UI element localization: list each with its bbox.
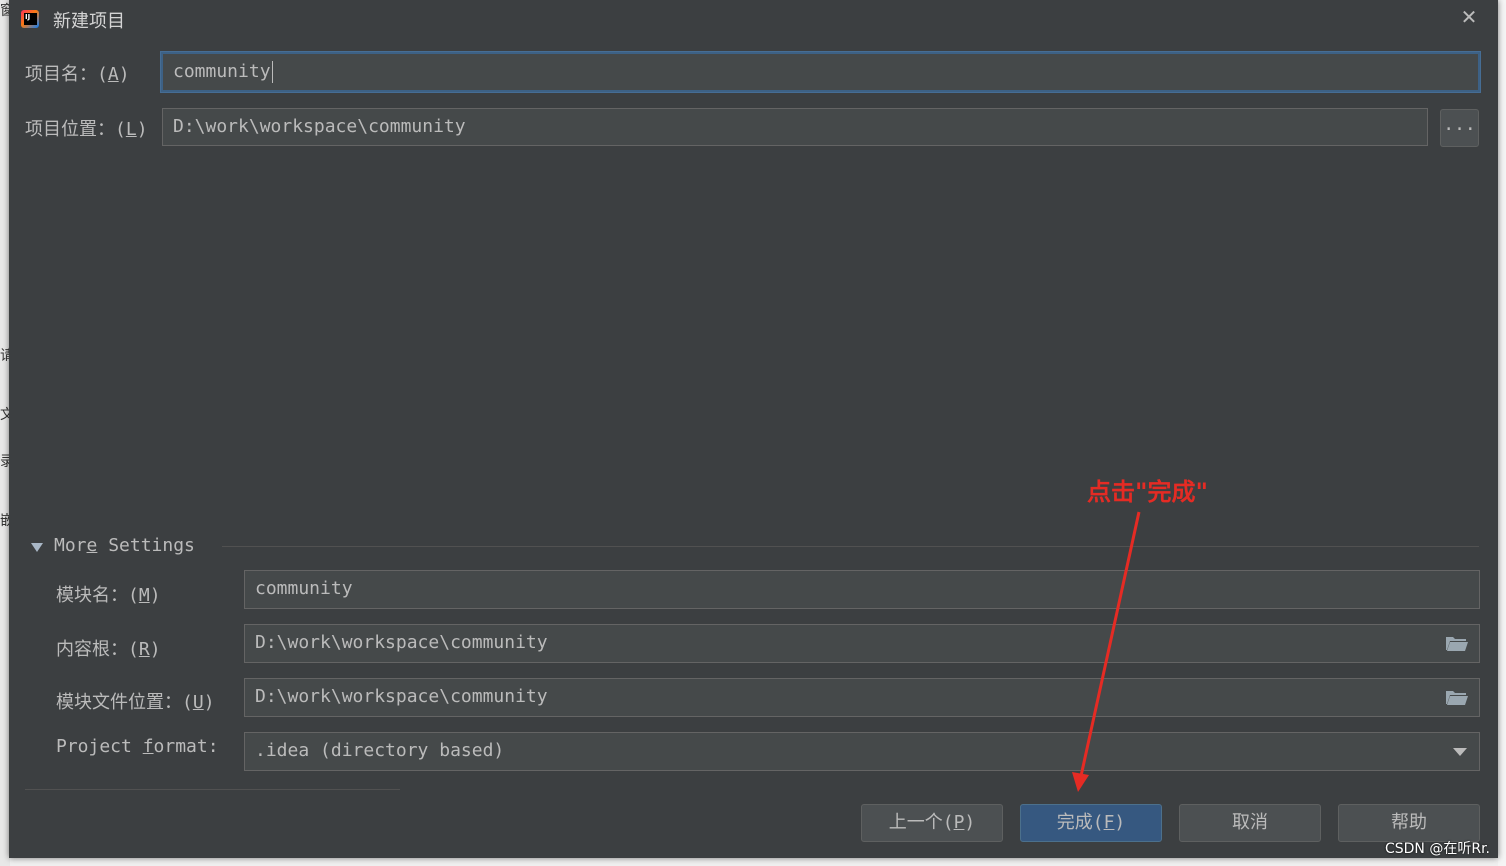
section-divider <box>222 546 1479 547</box>
chevron-down-icon <box>1453 748 1467 756</box>
cancel-button[interactable]: 取消 <box>1179 804 1321 842</box>
help-button[interactable]: 帮助 <box>1338 804 1480 842</box>
project-name-label: 项目名：(A) <box>25 64 130 85</box>
folder-icon[interactable] <box>1445 688 1469 706</box>
project-format-label: Project format: <box>56 736 219 757</box>
project-location-label: 项目位置：(L) <box>25 119 148 140</box>
project-location-input[interactable]: D:\work\workspace\community <box>162 108 1428 146</box>
previous-button[interactable]: 上一个(P) <box>861 804 1003 842</box>
watermark: CSDN @在听Rr. <box>1384 841 1490 857</box>
annotation-text: 点击"完成" <box>1087 478 1209 506</box>
intellij-app-icon: IJ <box>21 10 39 28</box>
module-name-label: 模块名：(M) <box>56 585 161 606</box>
background-page-right <box>1498 0 1506 866</box>
browse-location-button[interactable]: ... <box>1440 109 1479 147</box>
collapse-triangle-icon[interactable] <box>31 543 43 552</box>
more-settings-toggle[interactable]: More Settings <box>54 535 195 556</box>
module-file-location-label: 模块文件位置：(U) <box>56 692 215 713</box>
project-name-input[interactable]: community <box>161 52 1480 92</box>
text-caret <box>271 61 273 83</box>
content-root-label: 内容根：(R) <box>56 639 161 660</box>
new-project-dialog: IJ 新建项目 ✕ 项目名：(A) community 项目位置：(L) D:\… <box>9 0 1498 858</box>
finish-button[interactable]: 完成(F) <box>1020 804 1162 842</box>
dialog-titlebar: IJ 新建项目 ✕ <box>9 0 1498 36</box>
dialog-title: 新建项目 <box>53 11 125 32</box>
folder-icon[interactable] <box>1445 634 1469 652</box>
footer-divider <box>25 789 400 790</box>
module-file-location-input[interactable]: D:\work\workspace\community <box>244 678 1480 717</box>
project-format-select[interactable]: .idea (directory based) <box>244 732 1480 771</box>
close-icon[interactable]: ✕ <box>1458 6 1480 28</box>
module-name-input[interactable]: community <box>244 570 1480 609</box>
content-root-input[interactable]: D:\work\workspace\community <box>244 624 1480 663</box>
